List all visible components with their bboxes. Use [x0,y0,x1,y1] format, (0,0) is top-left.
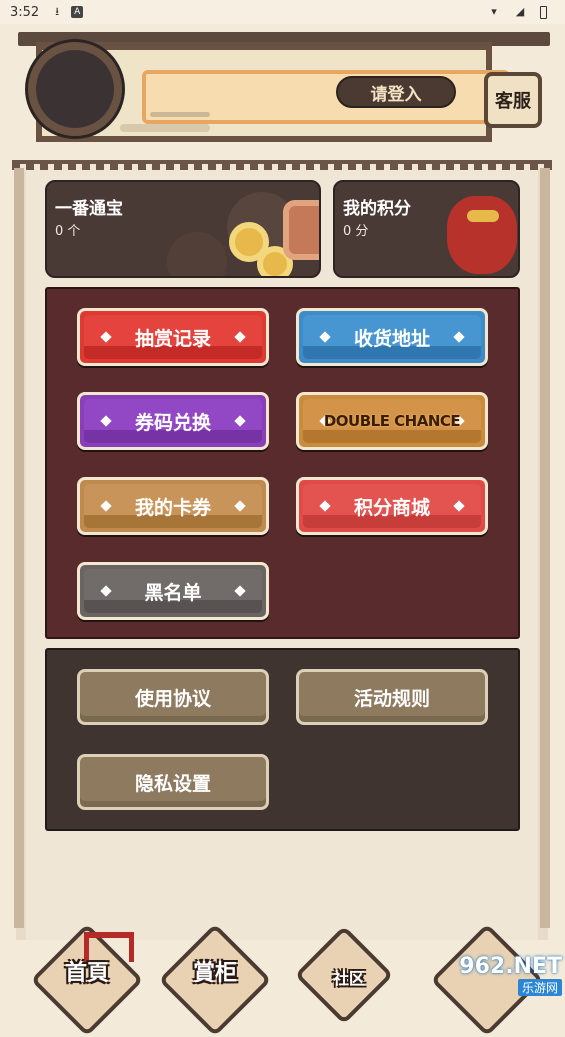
bronze-coin-icon [283,200,319,260]
watermark-subtext: 乐游网 [517,979,562,996]
blacklist-button[interactable]: 黑名单 [77,562,269,620]
bag-ribbon-icon [467,210,499,222]
coin-icon [167,232,227,276]
scroll-edge [540,168,550,928]
card-tongbao[interactable]: 一番通宝 0 个 [45,180,321,278]
status-time: 3:52 [10,4,40,20]
lucky-bag-icon [447,196,517,274]
a-icon: A [71,6,84,18]
scroll-top-border [12,160,552,170]
card-title: 一番通宝 [55,199,123,219]
privacy-settings-button[interactable]: 隐私设置 [77,754,269,810]
draw-history-button[interactable]: 抽赏记录 [77,308,269,366]
card-value: 0 个 [55,224,81,239]
my-vouchers-button[interactable]: 我的卡券 [77,477,269,535]
address-button[interactable]: 收货地址 [296,308,488,366]
battery-icon [540,5,547,19]
nav-community[interactable]: 社区 [294,910,404,1025]
brush-stroke [150,112,210,117]
card-title: 我的积分 [343,199,411,219]
activity-rules-button[interactable]: 活动规则 [296,669,488,725]
card-value: 0 分 [343,224,369,239]
nav-prize-cabinet[interactable]: 賞柜 [158,910,272,1037]
login-button[interactable]: 请登入 [336,76,456,108]
header: 请登入 客服 [0,24,565,156]
wifi-icon: ▾ [491,5,497,18]
customer-service-button[interactable]: 客服 [484,72,542,128]
avatar[interactable] [28,42,122,136]
status-bar: 3:52 ⭳ A ▾ ◢ [0,0,565,24]
watermark-text: 962.NET [459,954,562,979]
user-agreement-button[interactable]: 使用协议 [77,669,269,725]
points-mall-button[interactable]: 积分商城 [296,477,488,535]
signal-icon: ◢ [515,5,525,18]
scroll-edge [14,168,24,928]
watermark: 962.NET 乐游网 [424,950,562,1000]
nav-home[interactable]: 首頁 [30,910,144,1037]
coupon-redeem-button[interactable]: 券码兑换 [77,392,269,450]
brush-stroke [120,124,210,132]
card-points[interactable]: 我的积分 0 分 [333,180,520,278]
double-chance-button[interactable]: DOUBLE CHANCE [296,392,488,450]
download-icon: ⭳ [55,5,60,18]
